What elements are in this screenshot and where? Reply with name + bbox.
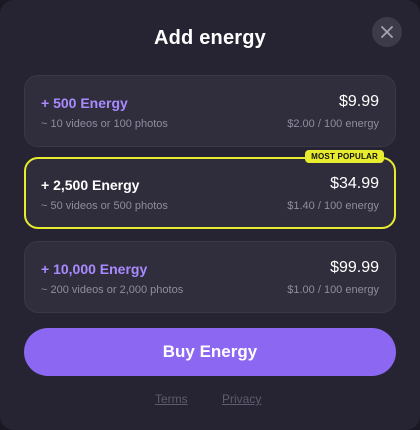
plan-subtitle: ~ 200 videos or 2,000 photos bbox=[41, 284, 184, 296]
dialog-title: Add energy bbox=[153, 27, 267, 49]
plan-option-500[interactable]: + 500 Energy ~ 10 videos or 100 photos $… bbox=[24, 75, 396, 147]
terms-link[interactable]: Terms bbox=[155, 392, 188, 406]
plan-name: + 10,000 Energy bbox=[41, 261, 148, 277]
plan-rate: $1.40 / 100 energy bbox=[287, 200, 379, 212]
plan-price: $99.99 bbox=[330, 259, 379, 276]
buy-energy-button[interactable]: Buy Energy bbox=[24, 328, 396, 376]
most-popular-badge: MOST POPULAR bbox=[305, 150, 384, 163]
plan-price: $9.99 bbox=[338, 93, 379, 110]
plan-option-2500[interactable]: MOST POPULAR + 2,500 Energy ~ 50 videos … bbox=[24, 150, 396, 229]
plan-rate: $2.00 / 100 energy bbox=[287, 118, 379, 130]
add-energy-dialog: Add energy + 500 Energy ~ 10 videos or 1… bbox=[0, 0, 420, 430]
plan-rate: $1.00 / 100 energy bbox=[287, 284, 379, 296]
plan-name: + 2,500 Energy bbox=[41, 177, 140, 193]
plan-subtitle: ~ 50 videos or 500 photos bbox=[41, 200, 168, 212]
plan-option-10000[interactable]: + 10,000 Energy ~ 200 videos or 2,000 ph… bbox=[24, 241, 396, 313]
privacy-link[interactable]: Privacy bbox=[222, 392, 261, 406]
plan-price: $34.99 bbox=[330, 175, 379, 192]
plan-subtitle: ~ 10 videos or 100 photos bbox=[41, 118, 168, 130]
plan-name: + 500 Energy bbox=[41, 95, 128, 111]
